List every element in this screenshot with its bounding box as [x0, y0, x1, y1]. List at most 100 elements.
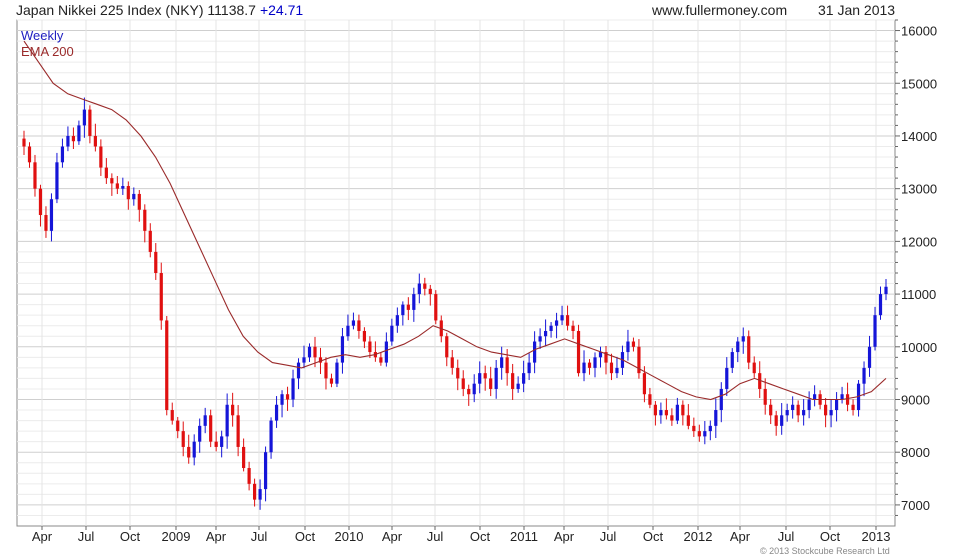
x-tick-label: Jul: [778, 529, 795, 544]
candle-up: [478, 373, 482, 384]
x-tick-label: Jul: [251, 529, 268, 544]
candle-down: [44, 215, 48, 231]
candle-down: [609, 362, 614, 374]
candle-down: [242, 446, 246, 469]
candle-up: [807, 399, 811, 411]
candle-down: [796, 404, 800, 416]
candle-up: [703, 431, 707, 437]
candle-up: [675, 404, 679, 421]
candle-up: [714, 410, 718, 426]
x-tick-label: 2010: [335, 529, 364, 544]
candle-down: [137, 193, 141, 210]
candle-down: [697, 431, 701, 437]
candle-down: [99, 146, 103, 168]
y-tick-label: 13000: [901, 182, 937, 197]
candle-down: [851, 404, 855, 411]
x-tick-label: 2012: [684, 529, 713, 544]
x-tick-label: 2011: [510, 529, 538, 544]
candle-down: [445, 336, 449, 358]
candle-down: [664, 410, 668, 416]
candle-up: [60, 146, 65, 163]
candle-up: [730, 352, 734, 368]
candle-down: [686, 415, 690, 426]
candle-up: [274, 404, 279, 421]
candle-up: [269, 420, 273, 453]
candle-up: [834, 399, 839, 411]
candle-down: [33, 162, 37, 189]
candle-down: [104, 167, 108, 179]
candle-up: [49, 199, 54, 231]
candle-down: [214, 441, 218, 447]
candle-down: [362, 330, 367, 342]
candle-down: [423, 283, 427, 289]
x-tick-label: Oct: [295, 529, 316, 544]
candle-down: [747, 336, 751, 363]
candle-down: [22, 138, 26, 147]
candle-down: [115, 183, 119, 189]
x-tick-label: Oct: [643, 529, 664, 544]
candle-up: [263, 452, 268, 490]
candle-down: [565, 315, 570, 326]
candle-up: [384, 341, 388, 363]
candle-up: [862, 367, 866, 384]
candle-down: [71, 135, 76, 142]
candle-down: [511, 373, 515, 389]
candle-down: [357, 320, 361, 331]
candle-up: [840, 394, 844, 400]
candle-down: [461, 378, 465, 389]
candle-up: [527, 362, 531, 374]
candle-down: [587, 362, 592, 368]
candle-up: [121, 186, 125, 189]
y-tick-label: 15000: [901, 76, 937, 91]
y-tick-label: 9000: [901, 393, 930, 408]
candle-down: [27, 146, 32, 163]
candle-down: [313, 346, 317, 358]
candle-up: [516, 383, 520, 389]
x-tick-label: Apr: [554, 529, 575, 544]
candle-up: [522, 373, 526, 384]
candle-down: [642, 373, 647, 395]
candle-up: [593, 357, 597, 368]
candle-up: [225, 404, 229, 437]
candle-down: [631, 341, 636, 347]
candle-down: [165, 320, 169, 411]
price-chart: 7000 8000 9000 10000 11000 12000 13000 14000 150…: [16, 19, 937, 544]
candle-up: [659, 410, 663, 416]
candle-down: [368, 341, 372, 353]
x-tick-label: Apr: [382, 529, 403, 544]
y-tick-label: 7000: [901, 498, 930, 513]
candle-down: [159, 273, 163, 321]
candle-up: [401, 304, 405, 316]
candle-up: [780, 415, 784, 426]
candle-down: [824, 404, 828, 416]
candle-up: [725, 367, 729, 389]
legend-ema: EMA 200: [21, 44, 74, 59]
candle-down: [176, 420, 180, 432]
candle-down: [236, 415, 240, 447]
candle-down: [428, 288, 432, 295]
candle-down: [187, 446, 191, 458]
candle-down: [170, 410, 174, 421]
candle-up: [66, 135, 70, 147]
x-tick-label: Jul: [78, 529, 95, 544]
candle-down: [670, 415, 674, 421]
candle-down: [110, 178, 114, 184]
candle-down: [38, 188, 43, 216]
candle-up: [736, 341, 740, 353]
candle-up: [785, 410, 789, 416]
candle-up: [543, 330, 548, 337]
candle-down: [143, 209, 147, 231]
candle-up: [560, 315, 564, 321]
x-tick-label: 2009: [162, 529, 191, 544]
candle-up: [802, 410, 806, 416]
candle-up: [582, 362, 586, 374]
candle-down: [148, 230, 152, 252]
candle-down: [774, 415, 778, 426]
x-tick-label: Oct: [470, 529, 491, 544]
candle-down: [252, 483, 257, 500]
candle-up: [302, 357, 306, 363]
candle-down: [769, 404, 773, 416]
candle-down: [93, 135, 97, 147]
candle-down: [505, 357, 509, 374]
candle-up: [335, 362, 339, 384]
